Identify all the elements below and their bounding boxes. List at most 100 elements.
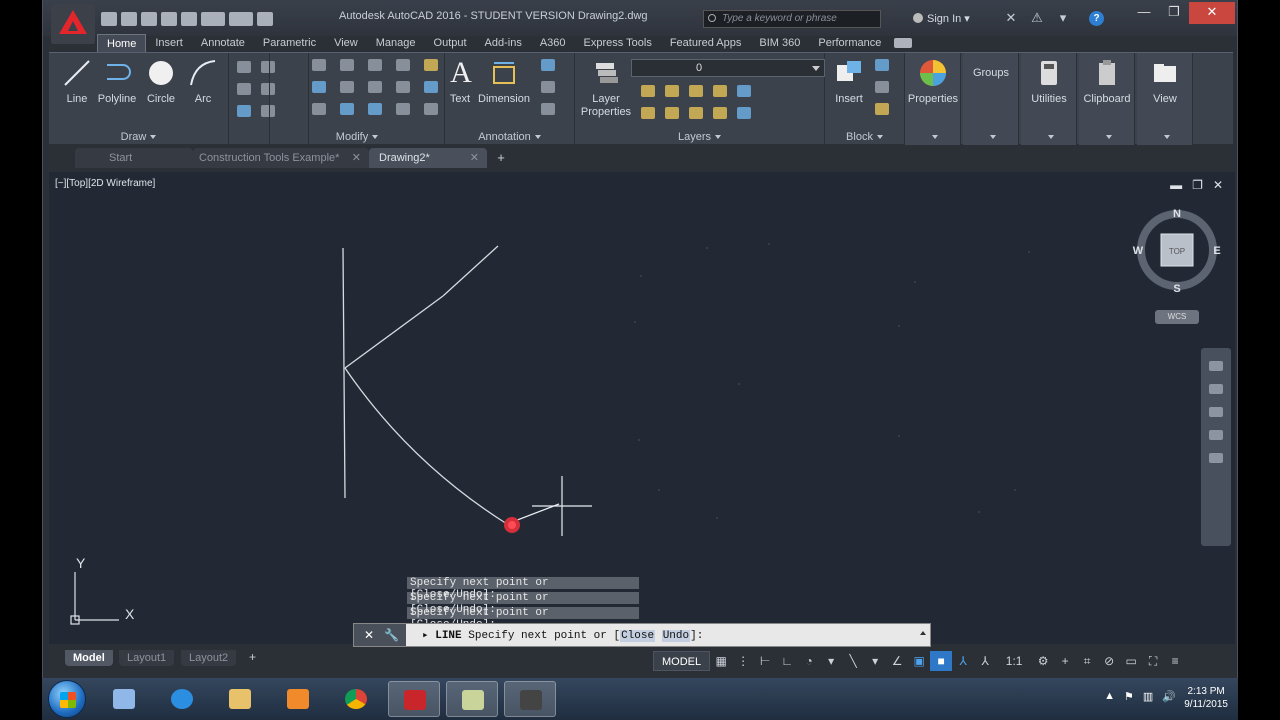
annotation-monitor-icon[interactable]: + <box>1054 651 1076 671</box>
restore-button[interactable]: ❐ <box>1159 2 1189 24</box>
erase-icon[interactable] <box>424 59 438 71</box>
customization-menu-icon[interactable]: ≡ <box>1164 651 1186 671</box>
view-panel[interactable]: View <box>1137 53 1193 145</box>
explode-icon[interactable] <box>424 81 438 93</box>
taskbar-explorer-window[interactable] <box>446 681 498 717</box>
object-snap-tracking-icon[interactable]: ╲ <box>842 651 864 671</box>
markup-icon[interactable] <box>541 103 555 115</box>
taskbar-file-explorer[interactable] <box>214 681 266 717</box>
create-block-icon[interactable] <box>875 59 889 71</box>
transparency-icon[interactable]: ▣ <box>908 651 930 671</box>
groups-panel[interactable]: Groups <box>963 53 1019 145</box>
add-layout-button[interactable]: + <box>249 650 256 664</box>
offset-icon[interactable] <box>424 103 438 115</box>
option-close[interactable]: Close <box>620 630 656 642</box>
taskbar-internet-explorer[interactable] <box>156 681 208 717</box>
line-tool[interactable]: Line <box>57 57 97 105</box>
tab-featured-apps[interactable]: Featured Apps <box>661 34 751 52</box>
arc-tool[interactable]: Arc <box>185 57 221 105</box>
tab-view[interactable]: View <box>325 34 367 52</box>
isodraft-icon[interactable]: ▾ <box>820 651 842 671</box>
compass-east[interactable]: E <box>1213 245 1220 257</box>
rotate-icon[interactable] <box>340 59 354 71</box>
command-prompt[interactable]: ▸ LINE Specify next point or [Close Undo… <box>422 628 703 642</box>
leader-icon[interactable] <box>541 59 555 71</box>
file-tab-construction-tools[interactable]: Construction Tools Example* ✕ <box>193 148 369 168</box>
minimize-button[interactable]: — <box>1129 2 1159 24</box>
trim-icon[interactable] <box>368 59 382 71</box>
block-panel-title[interactable]: Block <box>825 131 904 143</box>
table-icon[interactable] <box>541 81 555 93</box>
polar-icon[interactable]: ◔ <box>798 651 820 671</box>
showmotion-icon[interactable] <box>1209 453 1223 463</box>
compass-north[interactable]: N <box>1173 208 1181 220</box>
layer-dropdown[interactable]: 0 <box>631 59 825 77</box>
network-icon[interactable]: ▥ <box>1143 690 1153 703</box>
option-undo[interactable]: Undo <box>661 630 691 642</box>
annotation-visibility-icon[interactable]: ⅄ <box>952 651 974 671</box>
auto-scale-icon[interactable]: ⅄ <box>974 651 996 671</box>
edit-attributes-icon[interactable] <box>875 103 889 115</box>
layer-match-icon[interactable] <box>737 85 751 97</box>
search-input[interactable]: Type a keyword or phrase <box>703 10 881 28</box>
tab-output[interactable]: Output <box>425 34 476 52</box>
mirror-icon[interactable] <box>340 81 354 93</box>
customize-icon[interactable]: 🔧 <box>384 628 399 642</box>
model-space-button[interactable]: MODEL <box>653 651 711 671</box>
scale-icon[interactable] <box>340 103 354 115</box>
show-hidden-icons-icon[interactable]: ▲ <box>1104 690 1115 703</box>
isolate-objects-icon[interactable]: ⊘ <box>1098 651 1120 671</box>
help-icon[interactable]: ? <box>1089 11 1104 26</box>
layer-unlock-icon[interactable] <box>713 107 727 119</box>
undo-icon[interactable] <box>201 12 225 26</box>
layer-current-icon[interactable] <box>737 107 751 119</box>
taskbar-media-player[interactable] <box>272 681 324 717</box>
workspace-gear-icon[interactable]: ⚙ <box>1032 651 1054 671</box>
taskbar-recorder[interactable] <box>504 681 556 717</box>
annotation-scale[interactable]: 1:1 <box>996 651 1032 671</box>
stretch-icon[interactable] <box>312 103 326 115</box>
array-dropdown-icon[interactable] <box>396 103 410 115</box>
customize-qat-icon[interactable] <box>257 12 273 26</box>
save-icon[interactable] <box>141 12 157 26</box>
ribbon-options-icon[interactable] <box>894 38 913 48</box>
lineweight-icon[interactable]: ∠ <box>886 651 908 671</box>
compass-west[interactable]: W <box>1133 245 1144 257</box>
new-icon[interactable] <box>101 12 117 26</box>
layer-freeze-icon[interactable] <box>689 85 703 97</box>
layer-properties-button[interactable]: Layer Properties <box>577 57 635 119</box>
move-icon[interactable] <box>312 59 326 71</box>
tab-add-ins[interactable]: Add-ins <box>476 34 531 52</box>
layer-on-icon[interactable] <box>641 107 655 119</box>
viewcube[interactable]: TOP N S E W <box>1131 208 1223 300</box>
layer-isolate-icon[interactable] <box>665 85 679 97</box>
tab-home[interactable]: Home <box>97 34 147 52</box>
close-command-line-icon[interactable]: ✕ <box>364 628 374 642</box>
array-icon[interactable] <box>368 103 382 115</box>
recent-commands-icon[interactable] <box>920 631 926 635</box>
redo-icon[interactable] <box>229 12 253 26</box>
hatch-icon[interactable] <box>237 83 251 95</box>
units-icon[interactable]: ⌗ <box>1076 651 1098 671</box>
file-tab-start[interactable]: Start <box>75 148 193 168</box>
pan-icon[interactable] <box>1209 384 1223 394</box>
annotation-panel-title[interactable]: Annotation <box>445 131 574 143</box>
dimension-tool[interactable]: Dimension <box>475 57 533 105</box>
command-line[interactable]: ✕ 🔧 ▸ LINE Specify next point or [Close … <box>353 623 931 647</box>
tab-parametric[interactable]: Parametric <box>254 34 325 52</box>
system-clock[interactable]: 2:13 PM 9/11/2015 <box>1184 685 1228 711</box>
file-tab-drawing2[interactable]: Drawing2* ✕ <box>369 148 487 168</box>
taskbar-app-launcher[interactable] <box>98 681 150 717</box>
polyline-tool[interactable]: Polyline <box>95 57 139 105</box>
infer-constraints-icon[interactable]: ⊢ <box>754 651 776 671</box>
clipboard-panel[interactable]: Clipboard <box>1079 53 1135 145</box>
wcs-menu[interactable]: WCS <box>1155 310 1199 324</box>
close-button[interactable]: ✕ <box>1189 2 1235 24</box>
drawing-canvas[interactable]: [−][Top][2D Wireframe] ▬ ❐ ✕ Y X TOP N S… <box>49 172 1235 644</box>
tab-performance[interactable]: Performance <box>809 34 890 52</box>
tab-bim-360[interactable]: BIM 360 <box>750 34 809 52</box>
orbit-icon[interactable] <box>1209 430 1223 440</box>
hardware-acceleration-icon[interactable]: ▭ <box>1120 651 1142 671</box>
layout-tab-model[interactable]: Model <box>65 650 113 666</box>
stay-connected-icon[interactable]: ⚠ <box>1029 10 1045 26</box>
